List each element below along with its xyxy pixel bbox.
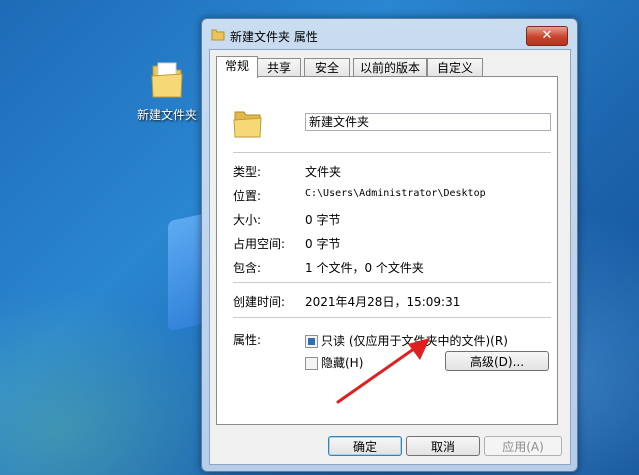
tab-security[interactable]: 安全 [304, 58, 350, 77]
created-label: 创建时间: [233, 295, 286, 309]
contains-label: 包含: [233, 261, 262, 275]
desktop-folder-shortcut[interactable]: 新建文件夹 [132, 60, 202, 123]
dialog-titlebar[interactable]: 新建文件夹 属性 ✕ [202, 19, 577, 49]
disk-size-label: 占用空间: [233, 237, 286, 251]
type-value: 文件夹 [305, 165, 342, 179]
close-icon: ✕ [541, 28, 553, 43]
divider [233, 152, 551, 154]
annotation-arrow-icon [336, 338, 430, 404]
divider [233, 317, 551, 319]
location-label: 位置: [233, 189, 262, 203]
created-value: 2021年4月28日，15:09:31 [305, 295, 461, 309]
tab-general[interactable]: 常规 [216, 56, 258, 78]
size-label: 大小: [233, 213, 262, 227]
tab-sharing[interactable]: 共享 [257, 58, 301, 77]
location-value: C:\Users\Administrator\Desktop [305, 188, 486, 199]
divider [233, 282, 551, 284]
tab-customize[interactable]: 自定义 [427, 58, 483, 77]
size-value: 0 字节 [305, 213, 341, 227]
readonly-checkbox[interactable] [305, 335, 318, 348]
advanced-button[interactable]: 高级(D)... [445, 351, 549, 371]
ok-button[interactable]: 确定 [328, 436, 402, 456]
desktop-folder-label: 新建文件夹 [136, 108, 197, 122]
hidden-checkbox[interactable] [305, 357, 318, 370]
cancel-button[interactable]: 取消 [406, 436, 480, 456]
folder-icon [211, 27, 225, 41]
folder-icon [233, 107, 263, 139]
apply-button[interactable]: 应用(A) [484, 436, 562, 456]
tab-previous-versions[interactable]: 以前的版本 [353, 58, 427, 77]
attributes-label: 属性: [233, 333, 262, 347]
dialog-title: 新建文件夹 属性 [230, 30, 318, 44]
folder-icon [149, 60, 185, 100]
type-label: 类型: [233, 165, 262, 179]
close-button[interactable]: ✕ [526, 26, 568, 46]
disk-size-value: 0 字节 [305, 237, 341, 251]
contains-value: 1 个文件，0 个文件夹 [305, 261, 424, 275]
folder-name-input[interactable] [305, 113, 551, 131]
